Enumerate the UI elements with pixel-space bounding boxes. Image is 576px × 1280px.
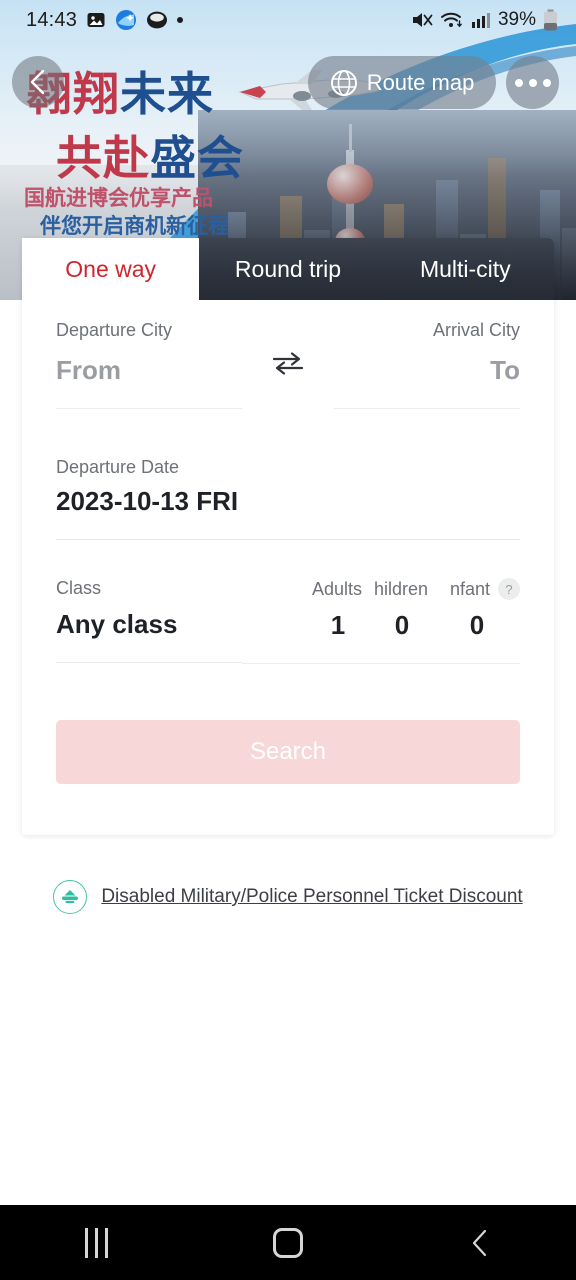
globe-icon — [330, 69, 357, 96]
nav-home-button[interactable] — [192, 1227, 384, 1258]
departure-date-value: 2023-10-13 FRI — [56, 486, 239, 516]
class-passengers-row: Class Any class Adults hildren nfant ? 1… — [56, 578, 520, 664]
more-options-button[interactable] — [506, 56, 559, 109]
infant-label: nfant — [449, 578, 490, 599]
headline-line1-blue: 未来 — [120, 67, 214, 121]
tab-one-way[interactable]: One way — [22, 238, 200, 300]
mute-icon — [412, 13, 433, 27]
departure-city-field[interactable]: Departure City From — [56, 320, 242, 409]
arrival-city-underline — [334, 408, 520, 409]
arrival-city-label: Arrival City — [432, 320, 520, 340]
arrival-city-value: To — [490, 355, 520, 385]
back-button[interactable] — [12, 56, 64, 108]
departure-date-underline — [56, 539, 520, 540]
trip-type-tabs: One way Round trip Multi-city — [22, 238, 554, 300]
battery-percent: 39% — [497, 9, 536, 30]
browser-globe-icon — [116, 10, 137, 30]
search-button-label: Search — [249, 738, 327, 765]
discount-link-row[interactable]: Disabled Military/Police Personnel Ticke… — [0, 880, 576, 914]
flight-search-card: One way Round trip Multi-city Departure … — [22, 238, 554, 835]
adults-value: 1 — [330, 610, 346, 640]
headline-line2-red: 共赴 — [56, 131, 150, 185]
route-map-label: Route map — [366, 69, 475, 95]
passengers-underline — [242, 663, 520, 664]
dot-icon — [177, 17, 184, 23]
class-underline — [56, 662, 242, 663]
battery-icon — [544, 9, 557, 31]
status-bar: 14:43 39% — [0, 0, 576, 40]
children-value: 0 — [394, 610, 410, 640]
tab-round-trip-label: Round trip — [234, 255, 342, 282]
swap-cities-button[interactable] — [242, 320, 334, 376]
adults-label: Adults — [311, 578, 362, 599]
recents-icon — [84, 1227, 108, 1258]
departure-date-field[interactable]: Departure Date 2023-10-13 FRI — [56, 457, 520, 540]
cap-glyph-icon — [62, 890, 79, 903]
children-label: hildren — [373, 578, 428, 599]
departure-city-value: From — [56, 355, 121, 385]
discount-link-label[interactable]: Disabled Military/Police Personnel Ticke… — [101, 886, 522, 908]
status-bar-right: 39% — [411, 9, 558, 31]
route-map-button[interactable]: Route map — [308, 56, 496, 109]
tab-multi-city-label: Multi-city — [419, 255, 511, 282]
departure-city-label: Departure City — [56, 320, 173, 340]
hero-subtitle-line2: 伴您开启商机新征程 — [40, 214, 229, 238]
home-icon — [273, 1227, 303, 1258]
passengers-field[interactable]: Adults hildren nfant ? 1 0 0 — [242, 578, 520, 664]
passenger-values: 1 0 0 — [242, 610, 520, 641]
class-label: Class — [56, 578, 102, 598]
ellipse-app-icon — [147, 11, 168, 29]
arrival-city-field[interactable]: Arrival City To — [334, 320, 520, 409]
nav-back-button[interactable] — [384, 1227, 576, 1259]
swap-arrows-icon — [272, 352, 304, 375]
status-time: 14:43 — [26, 8, 78, 31]
more-dot-icon — [528, 78, 537, 87]
nav-recents-button[interactable] — [0, 1227, 192, 1258]
tab-one-way-label: One way — [65, 255, 157, 282]
more-dot-icon — [514, 78, 523, 87]
class-field[interactable]: Class Any class — [56, 578, 242, 664]
departure-date-label: Departure Date — [56, 457, 180, 477]
departure-city-underline — [56, 408, 242, 409]
search-form: Departure City From Arrival City To Depa… — [22, 320, 554, 664]
tab-multi-city[interactable]: Multi-city — [377, 238, 554, 300]
passenger-labels: Adults hildren nfant ? — [242, 578, 520, 600]
infant-value: 0 — [469, 610, 485, 640]
image-icon — [87, 13, 105, 27]
class-value: Any class — [56, 609, 178, 639]
more-dot-icon — [542, 78, 551, 87]
hero-subtitle-line1: 国航进博会优享产品 — [24, 186, 213, 210]
status-bar-left: 14:43 — [26, 8, 184, 32]
app-root: 翱翔未来 共赴盛会 国航进博会优享产品 伴您开启商机新征程 Route map — [0, 0, 576, 1280]
military-cap-icon — [53, 880, 88, 914]
signal-icon — [471, 13, 490, 28]
wifi-icon — [440, 12, 462, 28]
hero-headline-line2: 共赴盛会 — [56, 122, 244, 188]
search-button[interactable]: Search — [56, 720, 520, 784]
nav-back-chevron-icon — [472, 1229, 487, 1256]
headline-line2-blue: 盛会 — [150, 131, 244, 185]
passenger-help-icon[interactable]: ? — [498, 578, 520, 600]
city-row: Departure City From Arrival City To — [56, 320, 520, 409]
tab-round-trip[interactable]: Round trip — [199, 238, 376, 300]
android-nav-bar — [0, 1205, 576, 1280]
chevron-left-icon — [30, 69, 45, 95]
